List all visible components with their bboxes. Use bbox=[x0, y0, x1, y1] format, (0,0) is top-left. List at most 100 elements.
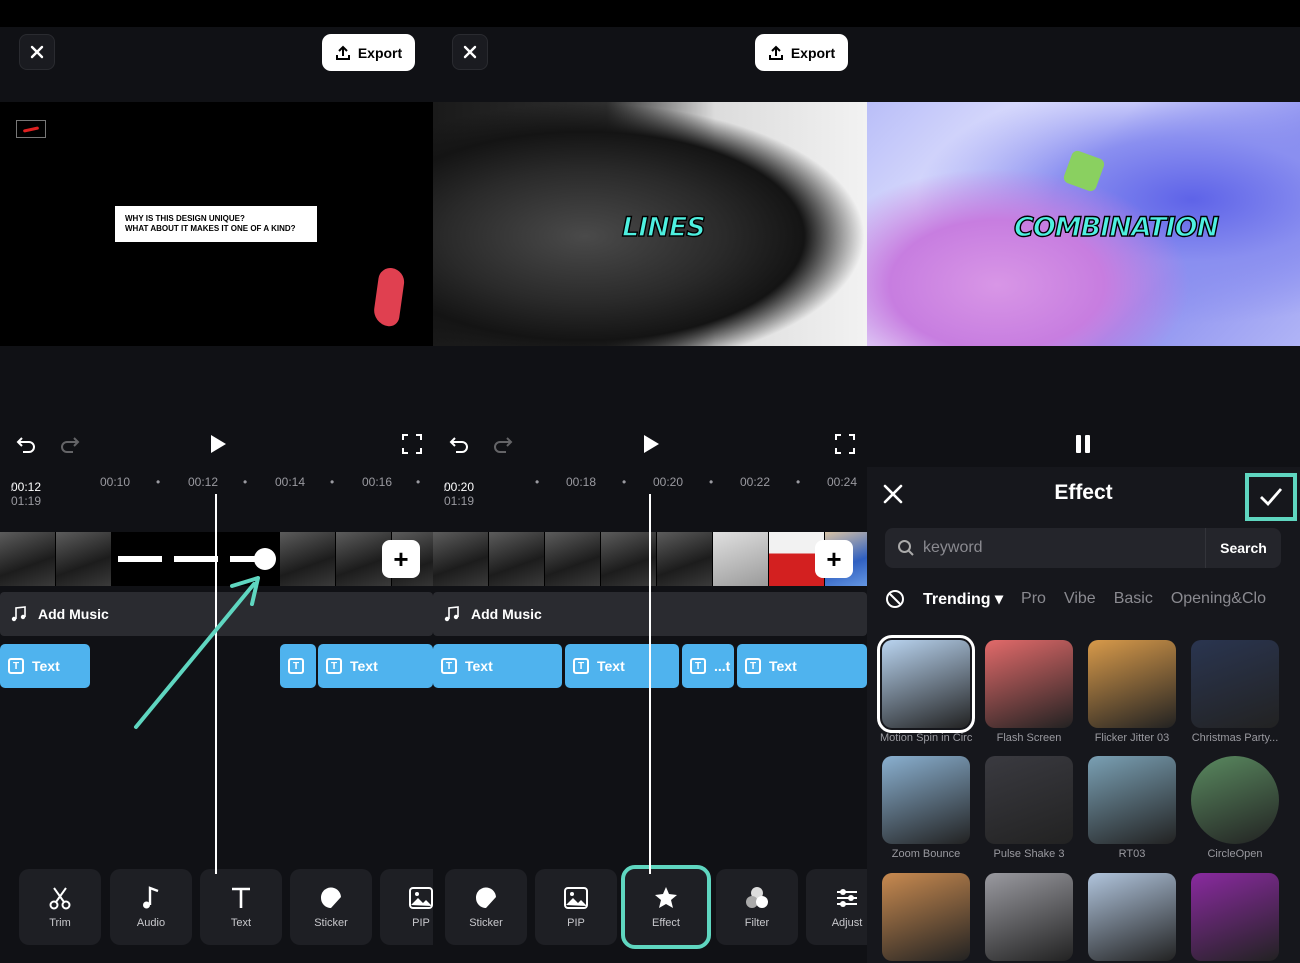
effect-item[interactable]: Zoom Bounce bbox=[880, 756, 972, 860]
total-time: / 01:19 bbox=[444, 480, 475, 508]
fullscreen-icon[interactable] bbox=[400, 432, 424, 456]
tick-label: 00:14 bbox=[275, 475, 306, 489]
search-button[interactable]: Search bbox=[1205, 528, 1281, 568]
clip-thumbnail bbox=[433, 532, 489, 586]
text-clip-label: ...t bbox=[714, 658, 731, 674]
adjust-label: Adjust bbox=[831, 917, 863, 929]
effect-item[interactable]: Motion Spin in Circ bbox=[877, 635, 975, 744]
text-clip[interactable]: T Text bbox=[318, 644, 433, 688]
export-label: Export bbox=[357, 44, 403, 61]
close-button[interactable] bbox=[19, 34, 55, 70]
trim-tool[interactable]: Trim bbox=[19, 869, 101, 945]
shoe-image bbox=[372, 266, 406, 328]
effect-label: CircleOpen bbox=[1207, 848, 1263, 860]
tab-trending[interactable]: Trending ▾ bbox=[923, 589, 1003, 609]
text-tool[interactable]: Text bbox=[200, 869, 282, 945]
effect-item[interactable]: Pulse Shake 3 bbox=[983, 756, 1075, 860]
effect-label: Flicker Jitter 03 bbox=[1094, 732, 1170, 744]
pointer-arrow bbox=[134, 576, 260, 729]
time-ruler[interactable]: 00:12 / 01:19 00:10 • 00:12 • 00:14 • 00… bbox=[0, 470, 433, 508]
redo-icon[interactable] bbox=[58, 432, 82, 456]
video-preview[interactable]: WHY IS THIS DESIGN UNIQUE? WHAT ABOUT IT… bbox=[0, 102, 433, 346]
editor-panel-2: Export LINES 00:20 / 01:19 • 00:18 • 00:… bbox=[433, 0, 867, 963]
text-icon: T bbox=[690, 658, 706, 674]
effect-item[interactable]: Flicker Jitter 03 bbox=[1086, 640, 1178, 744]
video-preview[interactable]: LINES bbox=[433, 102, 867, 346]
text-clip[interactable]: T Text bbox=[737, 644, 867, 688]
undo-icon[interactable] bbox=[14, 432, 38, 456]
clip-thumbnail bbox=[489, 532, 545, 586]
pip-tool[interactable]: PIP bbox=[380, 869, 433, 945]
effect-thumbnail bbox=[882, 756, 970, 844]
tab-opening[interactable]: Opening&Clo bbox=[1171, 590, 1266, 608]
text-clip[interactable]: T bbox=[280, 644, 316, 688]
pause-icon[interactable] bbox=[1071, 432, 1095, 456]
clip-thumbnail bbox=[713, 532, 769, 586]
add-clip-button[interactable]: + bbox=[382, 540, 420, 578]
time-ruler[interactable]: 00:20 / 01:19 • 00:18 • 00:20 • 00:22 • … bbox=[433, 470, 867, 508]
export-label: Export bbox=[790, 44, 836, 61]
clip-thumbnail bbox=[545, 532, 601, 586]
effect-item[interactable]: Christmas Party... bbox=[1189, 640, 1281, 744]
effect-thumbnail bbox=[1088, 640, 1176, 728]
sticker-icon bbox=[475, 887, 496, 908]
text-clip[interactable]: T Text bbox=[565, 644, 679, 688]
adjust-tool[interactable]: Adjust bbox=[806, 869, 867, 945]
playback-controls bbox=[433, 426, 867, 462]
music-note-icon bbox=[444, 606, 459, 622]
tick-label: 00:10 bbox=[100, 475, 131, 489]
search-icon bbox=[898, 540, 914, 556]
text-icon: T bbox=[288, 658, 304, 674]
scissors-icon bbox=[49, 887, 71, 910]
text-clip[interactable]: T Text bbox=[433, 644, 562, 688]
effect-item[interactable] bbox=[1086, 873, 1178, 963]
export-button[interactable]: Export bbox=[322, 34, 415, 71]
text-clip-label: Text bbox=[769, 658, 797, 674]
effect-item[interactable] bbox=[880, 873, 972, 963]
text-clip[interactable]: T ...t bbox=[682, 644, 734, 688]
overlay-text: LINES bbox=[621, 211, 706, 243]
tab-vibe[interactable]: Vibe bbox=[1064, 590, 1096, 608]
add-clip-button[interactable]: + bbox=[815, 540, 853, 578]
undo-icon[interactable] bbox=[447, 432, 471, 456]
effect-item[interactable] bbox=[1189, 873, 1281, 963]
fullscreen-icon[interactable] bbox=[833, 432, 857, 456]
confirm-button[interactable] bbox=[1245, 473, 1297, 521]
effect-item[interactable] bbox=[983, 873, 1075, 963]
text-clip-label: Text bbox=[350, 658, 378, 674]
playhead[interactable] bbox=[649, 494, 651, 874]
brand-logo bbox=[16, 120, 46, 138]
effect-thumbnail bbox=[985, 873, 1073, 961]
tab-basic[interactable]: Basic bbox=[1114, 590, 1153, 608]
close-icon bbox=[463, 45, 477, 59]
play-icon[interactable] bbox=[205, 432, 229, 456]
pip-tool[interactable]: PIP bbox=[535, 869, 617, 945]
text-label: Text bbox=[230, 917, 252, 929]
sticker-tool[interactable]: Sticker bbox=[290, 869, 372, 945]
audio-tool[interactable]: Audio bbox=[110, 869, 192, 945]
export-button[interactable]: Export bbox=[755, 34, 848, 71]
effect-item[interactable]: CircleOpen bbox=[1189, 756, 1281, 860]
none-icon[interactable] bbox=[885, 589, 905, 609]
text-icon: T bbox=[8, 658, 24, 674]
effect-item[interactable]: RT03 bbox=[1086, 756, 1178, 860]
effect-item[interactable]: Flash Screen bbox=[983, 640, 1075, 744]
text-clip[interactable]: T Text bbox=[0, 644, 90, 688]
effect-thumbnail bbox=[1191, 640, 1279, 728]
filter-tool[interactable]: Filter bbox=[716, 869, 798, 945]
effect-panel-screen: COMBINATION Effect keyword Search Trendi… bbox=[867, 0, 1300, 963]
effect-thumbnail bbox=[1191, 756, 1279, 844]
effect-thumbnail bbox=[877, 635, 975, 733]
play-icon[interactable] bbox=[638, 432, 662, 456]
search-input[interactable]: keyword bbox=[923, 539, 1205, 557]
sticker-tool[interactable]: Sticker bbox=[445, 869, 527, 945]
video-preview[interactable]: COMBINATION bbox=[867, 102, 1300, 346]
effect-search: keyword Search bbox=[885, 528, 1281, 568]
add-music-label: Add Music bbox=[38, 606, 109, 622]
sticker-label: Sticker bbox=[314, 917, 348, 929]
tick-label: 00:20 bbox=[653, 475, 684, 489]
redo-icon[interactable] bbox=[491, 432, 515, 456]
tab-pro[interactable]: Pro bbox=[1021, 590, 1046, 608]
close-button[interactable] bbox=[452, 34, 488, 70]
effect-tool[interactable]: Effect bbox=[621, 865, 711, 949]
